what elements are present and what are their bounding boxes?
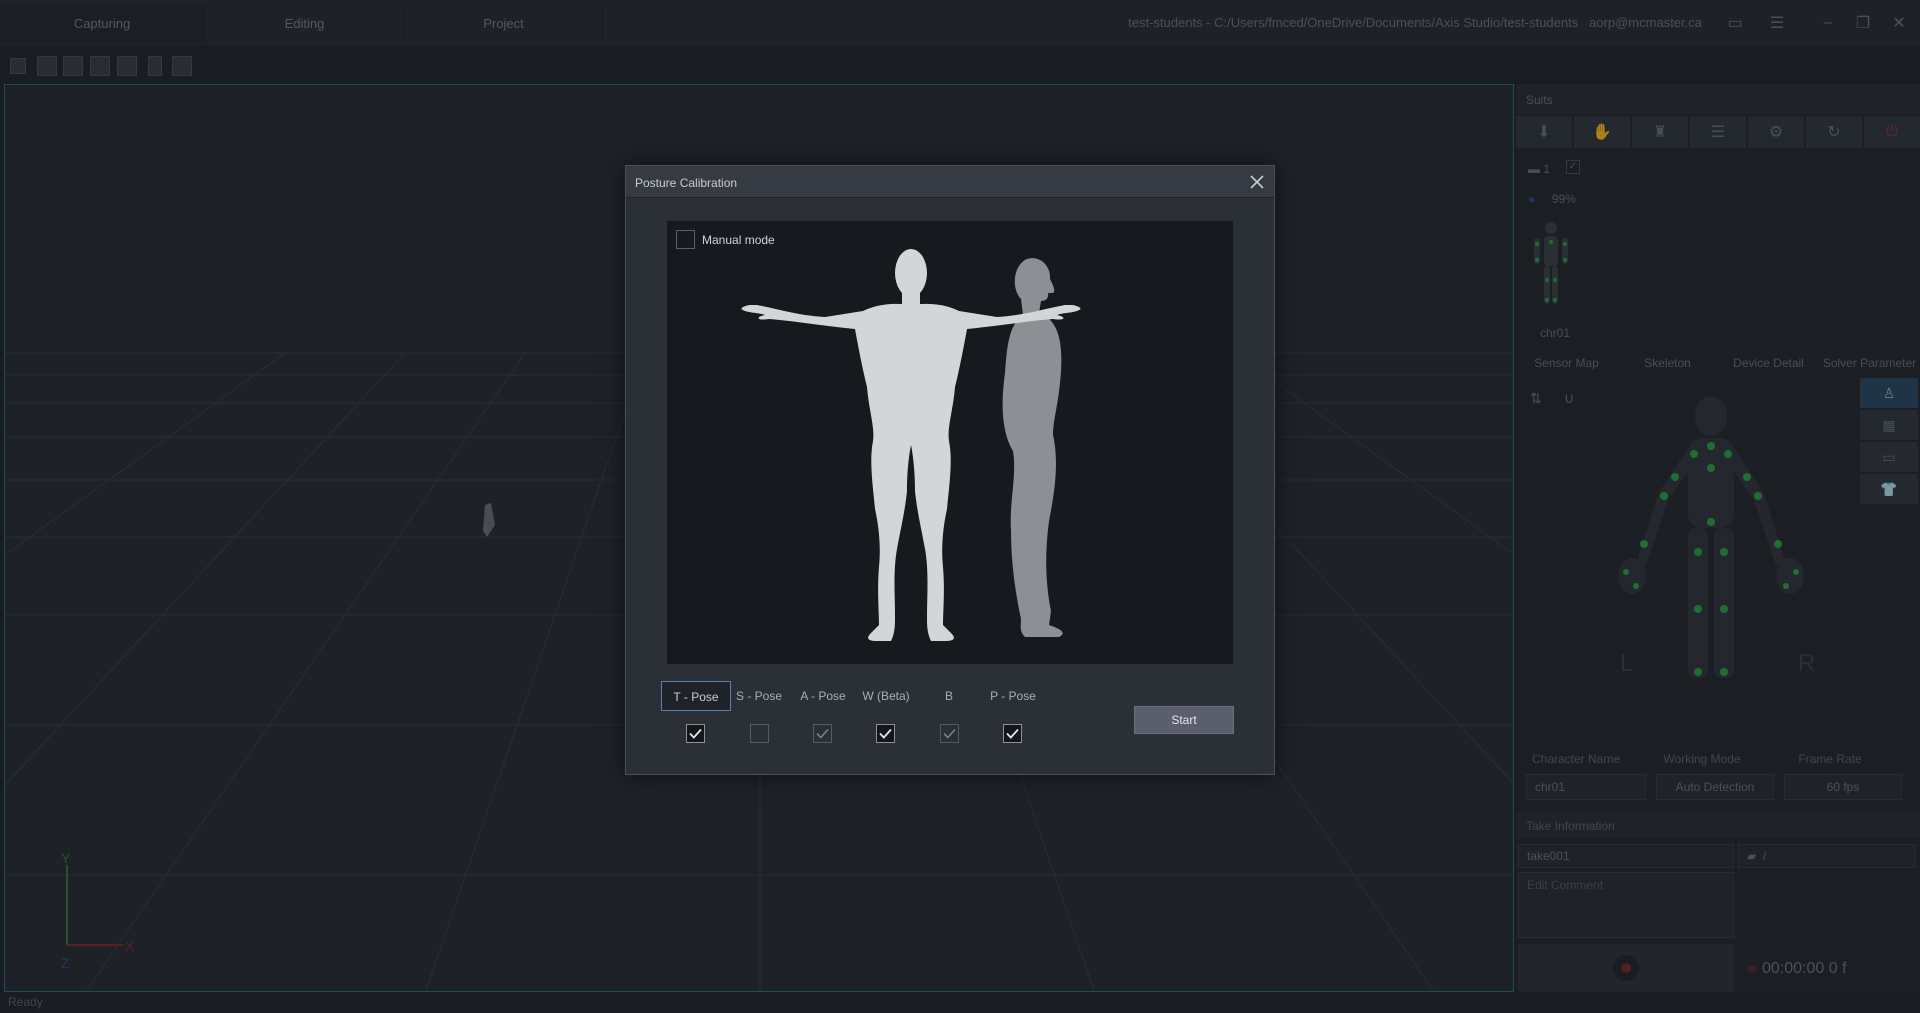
close-icon bbox=[1250, 175, 1264, 189]
pose-tab-p-pose[interactable]: P - Pose bbox=[978, 681, 1048, 711]
dialog-title: Posture Calibration bbox=[635, 176, 738, 190]
pose-tab-t-pose[interactable]: T - Pose bbox=[661, 681, 731, 711]
b-checkbox bbox=[940, 724, 959, 743]
dialog-close-button[interactable] bbox=[1246, 171, 1268, 193]
dialog-title-bar: Posture Calibration bbox=[626, 166, 1274, 198]
start-button[interactable]: Start bbox=[1134, 706, 1234, 734]
checkmark-icon bbox=[879, 728, 892, 739]
a-pose-checkbox bbox=[813, 724, 832, 743]
pose-tab-s-pose[interactable]: S - Pose bbox=[724, 681, 794, 711]
pose-tab-a-pose[interactable]: A - Pose bbox=[788, 681, 858, 711]
t-pose-checkbox[interactable] bbox=[686, 724, 705, 743]
checkmark-icon bbox=[1006, 728, 1019, 739]
p-pose-checkbox[interactable] bbox=[1003, 724, 1022, 743]
pose-tab-w-beta[interactable]: W (Beta) bbox=[851, 681, 921, 711]
pose-preview: Manual mode bbox=[666, 220, 1234, 665]
checkmark-icon bbox=[689, 728, 702, 739]
s-pose-checkbox[interactable] bbox=[750, 724, 769, 743]
t-pose-illustration bbox=[741, 249, 1081, 641]
posture-calibration-dialog: Posture Calibration Manual mode T - Pose… bbox=[625, 165, 1275, 775]
pose-tab-b[interactable]: B bbox=[914, 681, 984, 711]
app-window: Capturing Editing Project test-students … bbox=[0, 0, 1920, 1013]
checkmark-icon bbox=[816, 728, 829, 739]
checkmark-icon bbox=[943, 728, 956, 739]
w-beta-checkbox[interactable] bbox=[876, 724, 895, 743]
